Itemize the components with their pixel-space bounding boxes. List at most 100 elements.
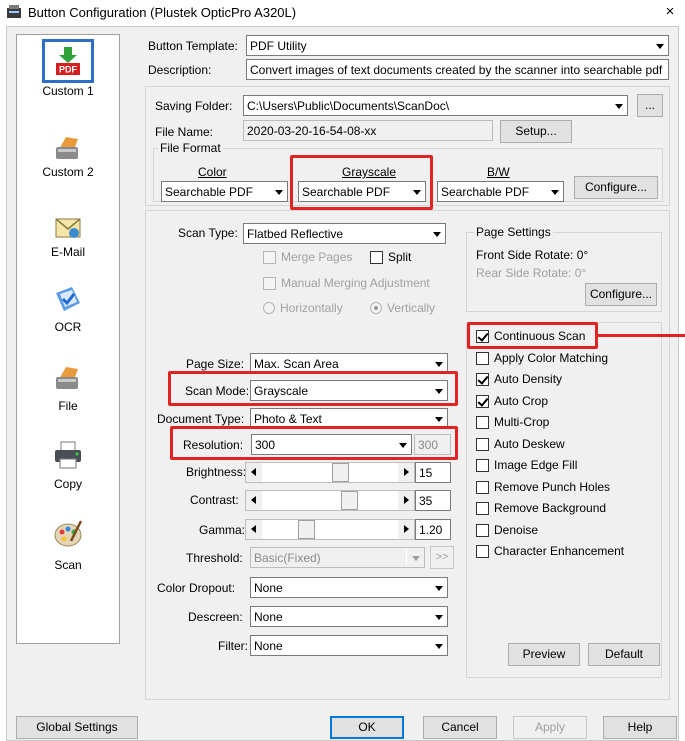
chevron-down-icon	[429, 355, 446, 372]
file-format-title: File Format	[158, 141, 223, 155]
highlight-arrow-line	[598, 334, 685, 337]
default-button[interactable]: Default	[588, 643, 660, 666]
chevron-down-icon	[429, 608, 446, 625]
help-button[interactable]: Help	[603, 716, 677, 739]
global-settings-button[interactable]: Global Settings	[16, 716, 138, 739]
checkbox-box	[476, 480, 489, 494]
sidebar-item-email[interactable]: E-Mail	[17, 207, 119, 281]
saving-folder-select[interactable]: C:\Users\Public\Documents\ScanDoc\	[243, 95, 628, 116]
threshold-select[interactable]: Basic(Fixed)	[250, 547, 425, 568]
ok-button[interactable]: OK	[330, 716, 404, 739]
front-rotate-text: Front Side Rotate: 0°	[476, 248, 589, 262]
sidebar-item-label: E-Mail	[50, 245, 85, 259]
sidebar-item-custom1[interactable]: PDF Custom 1	[17, 35, 119, 109]
sidebar-item-label: File	[58, 399, 78, 413]
page-settings-configure-button[interactable]: Configure...	[585, 283, 657, 306]
description-label: Description:	[148, 63, 212, 77]
contrast-value-field[interactable]: 35	[415, 490, 451, 511]
scan-type-select[interactable]: Flatbed Reflective	[243, 223, 446, 244]
checkbox-box	[476, 545, 489, 558]
setup-button[interactable]: Setup...	[500, 120, 572, 143]
sidebar-item-custom2[interactable]: Custom 2	[17, 127, 119, 201]
arrow-right-icon	[398, 520, 414, 539]
button-sidebar: PDF Custom 1 Custom 2 E-Mail OCR File Co…	[16, 34, 120, 644]
arrow-right-icon	[398, 463, 414, 482]
file-scanner-icon	[56, 367, 78, 389]
sidebar-item-label: Custom 1	[42, 84, 94, 98]
chevron-down-icon	[429, 579, 446, 596]
scan-mode-select[interactable]: Grayscale	[250, 380, 448, 401]
gamma-slider[interactable]	[245, 519, 415, 540]
checkbox-box	[476, 351, 489, 365]
slider-thumb	[332, 463, 349, 482]
chevron-down-icon	[406, 549, 423, 566]
bw-format-select[interactable]: Searchable PDF	[437, 181, 564, 202]
filter-select[interactable]: None	[250, 635, 448, 656]
arrow-left-icon	[246, 463, 262, 482]
sidebar-item-label: OCR	[54, 320, 82, 334]
chevron-down-icon	[427, 225, 444, 242]
threshold-more-button[interactable]: >>	[430, 546, 454, 569]
custom-resolution-field[interactable]: 300	[414, 434, 451, 455]
resolution-select[interactable]: 300	[251, 434, 412, 455]
document-type-select[interactable]: Photo & Text	[250, 408, 448, 429]
brightness-value-field[interactable]: 15	[415, 462, 451, 483]
color-format-label: Color	[198, 165, 227, 179]
descreen-select[interactable]: None	[250, 606, 448, 627]
color-dropout-select[interactable]: None	[250, 577, 448, 598]
page-size-select[interactable]: Max. Scan Area	[250, 353, 448, 374]
sidebar-item-label: Scan	[54, 558, 82, 572]
page-settings-title: Page Settings	[474, 225, 553, 239]
printer-icon	[55, 441, 81, 469]
sidebar-item-label: Copy	[53, 477, 82, 491]
scan-type-label: Scan Type:	[178, 226, 238, 240]
description-field[interactable]: Convert images of text documents created…	[246, 59, 669, 80]
chevron-down-icon	[650, 37, 667, 54]
button-template-select[interactable]: PDF Utility	[246, 35, 669, 56]
chevron-down-icon	[429, 410, 446, 427]
checkmark-icon	[476, 330, 489, 343]
gamma-value-field[interactable]: 1.20	[415, 519, 451, 540]
file-name-field[interactable]: 2020-03-20-16-54-08-xx	[243, 120, 493, 141]
cancel-button[interactable]: Cancel	[423, 716, 497, 739]
color-dropout-label: Color Dropout:	[157, 581, 236, 595]
bw-format-label: B/W	[487, 165, 510, 179]
title-bar: Button Configuration (Plustek OpticPro A…	[0, 0, 685, 26]
checkbox-box	[476, 523, 489, 537]
contrast-slider[interactable]	[245, 490, 415, 511]
slider-thumb	[341, 491, 358, 510]
chevron-down-icon	[429, 637, 446, 654]
rear-rotate-text: Rear Side Rotate: 0°	[476, 266, 587, 280]
sidebar-item-scan[interactable]: Scan	[17, 515, 119, 589]
grayscale-format-select[interactable]: Searchable PDF	[298, 181, 426, 202]
checkbox-box	[476, 459, 489, 472]
saving-folder-label: Saving Folder:	[155, 99, 233, 113]
brightness-label: Brightness:	[186, 465, 247, 479]
threshold-label: Threshold:	[186, 551, 243, 565]
scanner-app-icon	[7, 5, 21, 18]
browse-button[interactable]: ...	[637, 94, 663, 117]
apply-button[interactable]: Apply	[513, 716, 587, 739]
checkbox-box	[476, 416, 489, 429]
scan-mode-label: Scan Mode:	[185, 384, 250, 398]
arrow-left-icon	[246, 491, 262, 510]
page-size-label: Page Size:	[186, 357, 245, 371]
file-format-configure-button[interactable]: Configure...	[574, 176, 658, 199]
sidebar-item-ocr[interactable]: OCR	[17, 279, 119, 353]
resolution-label: Resolution:	[183, 438, 244, 452]
sidebar-item-file[interactable]: File	[17, 357, 119, 431]
slider-thumb	[298, 520, 315, 539]
sidebar-item-copy[interactable]: Copy	[17, 435, 119, 509]
button-template-label: Button Template:	[148, 39, 238, 53]
checkmark-icon	[476, 394, 489, 408]
close-button[interactable]: ×	[659, 2, 681, 22]
email-icon	[55, 218, 81, 238]
filter-label: Filter:	[218, 639, 248, 653]
brightness-slider[interactable]	[245, 462, 415, 483]
checkbox-box	[476, 502, 489, 515]
contrast-label: Contrast:	[190, 493, 239, 507]
preview-button[interactable]: Preview	[508, 643, 580, 666]
color-format-select[interactable]: Searchable PDF	[161, 181, 288, 202]
checkbox-box	[476, 437, 489, 451]
chevron-down-icon	[609, 97, 626, 114]
